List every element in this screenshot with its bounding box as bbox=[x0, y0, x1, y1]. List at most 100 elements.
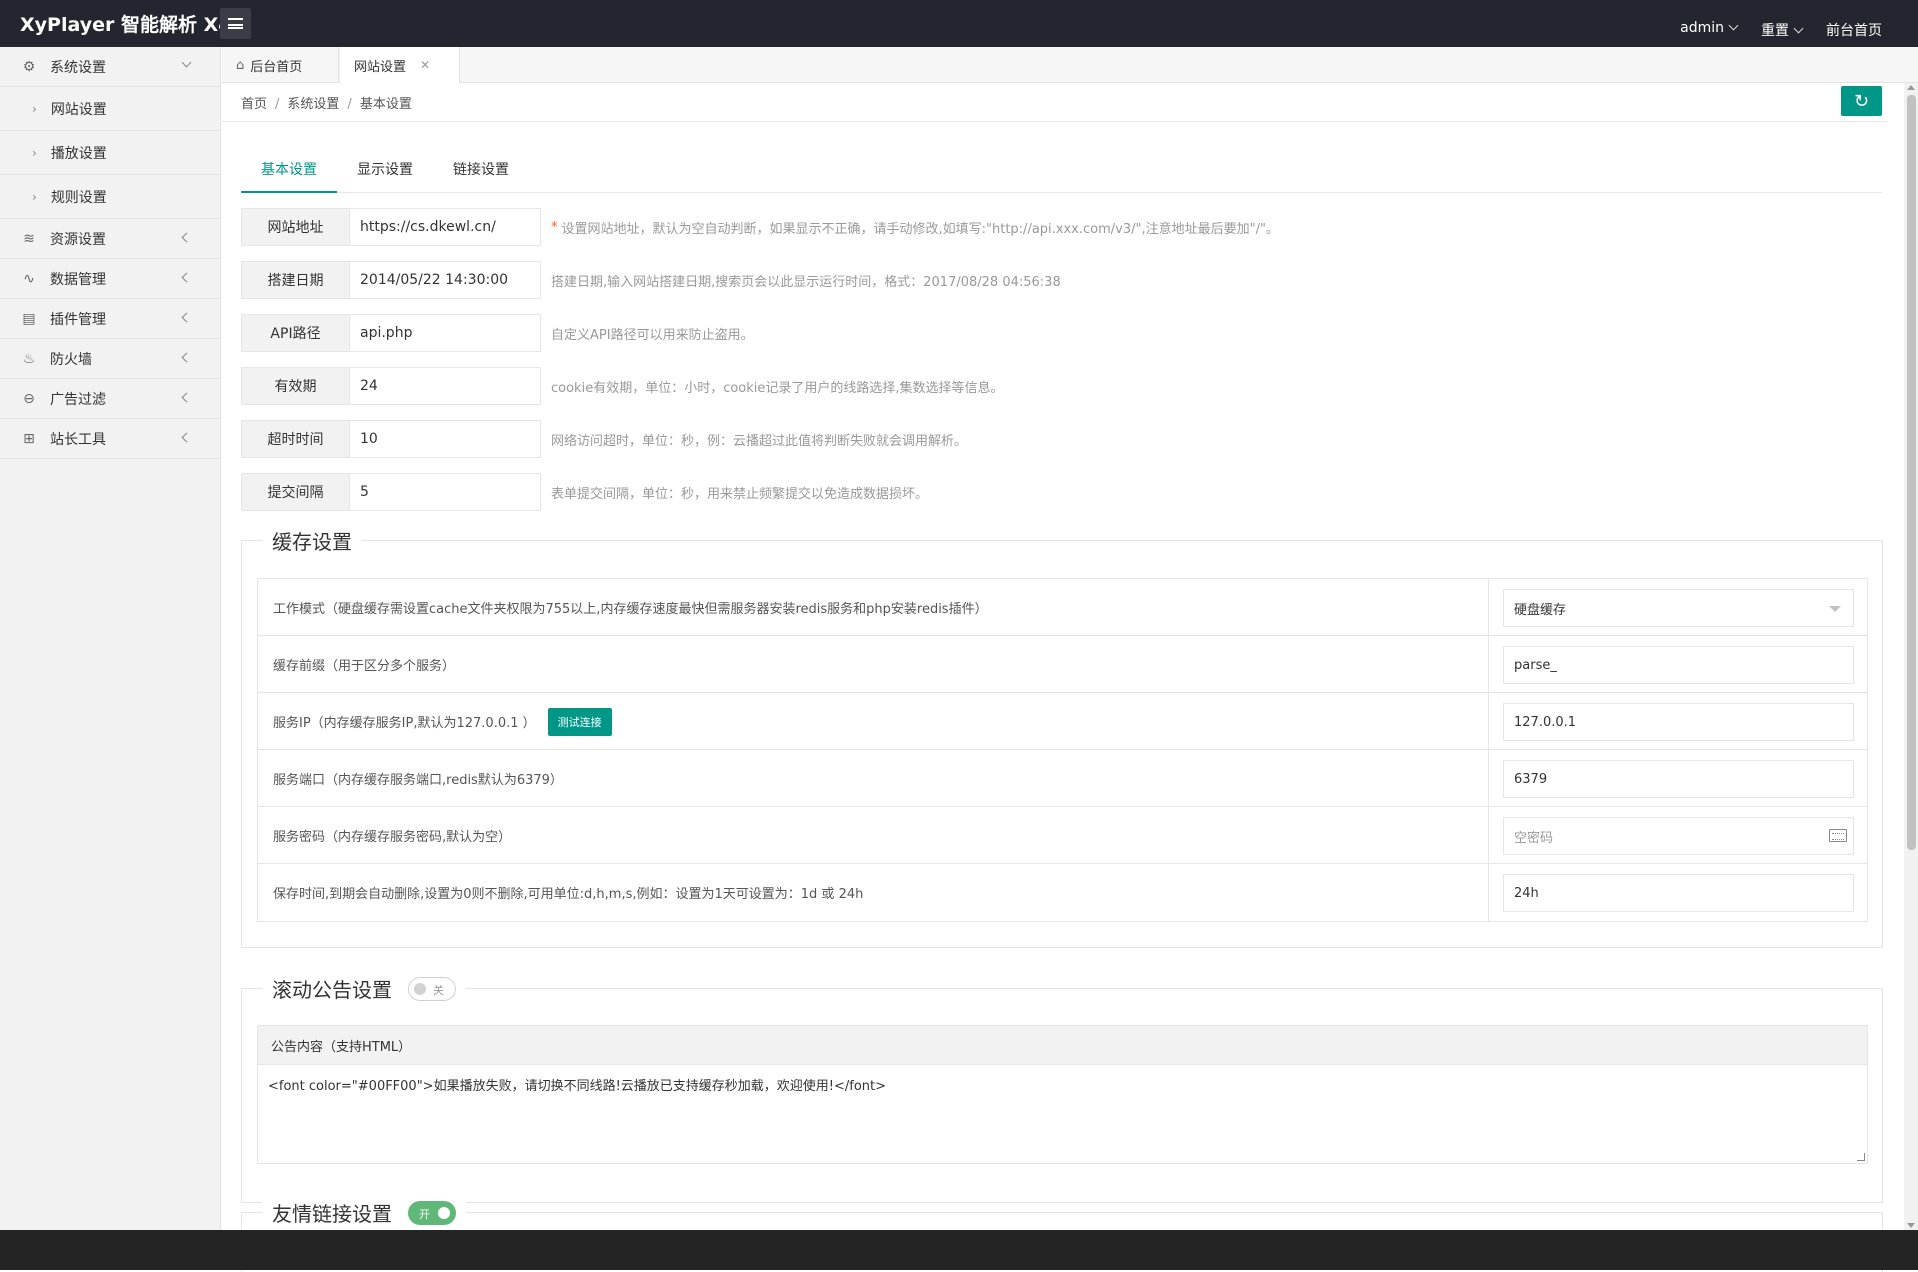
form-tabs: 基本设置 显示设置 链接设置 bbox=[241, 153, 1882, 193]
chevron-left-icon bbox=[181, 312, 192, 323]
announce-toggle[interactable]: 关 bbox=[408, 976, 456, 1001]
home-icon: ⌂ bbox=[236, 57, 245, 73]
announce-legend: 滚动公告设置 关 bbox=[262, 974, 466, 1003]
table-row: 服务端口（内存缓存服务端口,redis默认为6379） 6379 bbox=[258, 750, 1867, 807]
cache-legend: 缓存设置 bbox=[262, 526, 362, 555]
links-legend: 友情链接设置 开 bbox=[262, 1198, 466, 1227]
refresh-button[interactable]: ↻ bbox=[1841, 86, 1882, 116]
service-ip-input[interactable]: 127.0.0.1 bbox=[1503, 703, 1854, 741]
expiry-input[interactable]: 24 bbox=[350, 367, 541, 405]
chevron-down-icon bbox=[1793, 23, 1804, 34]
breadcrumb: 首页 / 系统设置 / 基本设置 bbox=[241, 97, 412, 112]
submit-interval-input[interactable]: 5 bbox=[350, 473, 541, 511]
timeout-input[interactable]: 10 bbox=[350, 420, 541, 458]
field-label: 搭建日期 bbox=[241, 261, 350, 299]
tab-display[interactable]: 显示设置 bbox=[337, 153, 433, 193]
sidebar-subitem-website[interactable]: › 网站设置 bbox=[0, 87, 220, 131]
pulse-icon: ∿ bbox=[23, 270, 35, 287]
scroll-down-icon[interactable] bbox=[1907, 1223, 1915, 1228]
api-path-input[interactable]: api.php bbox=[350, 314, 541, 352]
page-tabs: ⌂ 后台首页 网站设置 ✕ bbox=[222, 47, 1918, 83]
scroll-up-icon[interactable] bbox=[1907, 85, 1915, 90]
field-tip: 表单提交间隔，单位：秒，用来禁止频繁提交以免造成数据损坏。 bbox=[551, 486, 929, 502]
gear-icon: ⚙ bbox=[22, 58, 36, 75]
field-label: 提交间隔 bbox=[241, 473, 350, 511]
sidebar-subitem-rules[interactable]: › 规则设置 bbox=[0, 175, 220, 219]
top-bar: XyPlayer 智能解析 X4 admin 重置 前台首页 bbox=[0, 0, 1918, 47]
service-password-input[interactable]: 空密码 bbox=[1503, 817, 1854, 855]
user-menu[interactable]: admin bbox=[1680, 20, 1739, 40]
build-date-input[interactable]: 2014/05/22 14:30:00 bbox=[350, 261, 541, 299]
minus-circle-icon: ⊖ bbox=[23, 390, 35, 407]
reset-menu[interactable]: 重置 bbox=[1761, 20, 1804, 40]
sidebar-item-system[interactable]: ⚙ 系统设置 bbox=[0, 47, 220, 87]
frontend-link[interactable]: 前台首页 bbox=[1826, 20, 1882, 40]
menu-toggle-button[interactable] bbox=[220, 8, 251, 39]
chevron-right-icon: › bbox=[32, 145, 37, 160]
chevron-left-icon bbox=[181, 232, 192, 243]
field-tip: 搭建日期,输入网站搭建日期,搜索页会以此显示运行时间，格式：2017/08/28… bbox=[551, 274, 1061, 290]
app-logo: XyPlayer 智能解析 X4 bbox=[20, 14, 232, 36]
main-content: 首页 / 系统设置 / 基本设置 ↻ 基本设置 显示设置 链接设置 网站地址 https… bbox=[222, 83, 1888, 1272]
hamburger-icon bbox=[228, 18, 243, 29]
plugin-icon: ▤ bbox=[22, 310, 36, 327]
keyboard-icon[interactable] bbox=[1829, 829, 1847, 842]
site-url-input[interactable]: https://cs.dkewl.cn/ bbox=[350, 208, 541, 246]
chevron-left-icon bbox=[181, 352, 192, 363]
sidebar-item-plugins[interactable]: ▤ 插件管理 bbox=[0, 299, 220, 339]
tab-basic[interactable]: 基本设置 bbox=[241, 153, 337, 193]
field-tip: * 设置网站地址，默认为空自动判断，如果显示不正确，请手动修改,如填写:"http… bbox=[551, 219, 1279, 237]
sidebar-item-firewall[interactable]: ♨ 防火墙 bbox=[0, 339, 220, 379]
announce-textarea[interactable]: <font color="#00FF00">如果播放失败，请切换不同线路!云播放… bbox=[257, 1064, 1868, 1164]
rss-icon: ≋ bbox=[23, 230, 35, 247]
chevron-left-icon bbox=[181, 392, 192, 403]
required-icon: * bbox=[551, 219, 558, 235]
tab-home[interactable]: ⌂ 后台首页 bbox=[222, 47, 339, 83]
resize-handle-icon[interactable] bbox=[1857, 1153, 1865, 1161]
test-connection-button[interactable]: 测试连接 bbox=[547, 707, 612, 736]
sidebar-item-resources[interactable]: ≋ 资源设置 bbox=[0, 219, 220, 259]
fire-icon: ♨ bbox=[22, 350, 36, 367]
chevron-down-icon bbox=[1728, 20, 1739, 31]
scrollbar[interactable] bbox=[1904, 83, 1918, 1230]
sidebar-item-tools[interactable]: ⊞ 站长工具 bbox=[0, 419, 220, 459]
sidebar: ⚙ 系统设置 › 网站设置 › 播放设置 › 规则设置 ≋ 资源设置 ∿ 数据管… bbox=[0, 47, 221, 1230]
tools-icon: ⊞ bbox=[23, 430, 35, 447]
field-tip: cookie有效期，单位：小时，cookie记录了用户的线路选择,集数选择等信息… bbox=[551, 380, 1004, 396]
cache-table: 工作模式（硬盘缓存需设置cache文件夹权限为755以上,内存缓存速度最快但需服… bbox=[257, 578, 1868, 922]
links-toggle[interactable]: 开 bbox=[408, 1200, 456, 1225]
field-label: 网站地址 bbox=[241, 208, 350, 246]
field-label: 超时时间 bbox=[241, 420, 350, 458]
chevron-right-icon: › bbox=[32, 101, 37, 116]
breadcrumb-item[interactable]: 系统设置 bbox=[287, 97, 339, 112]
cache-fieldset: 缓存设置 工作模式（硬盘缓存需设置cache文件夹权限为755以上,内存缓存速度… bbox=[241, 526, 1883, 948]
chevron-left-icon bbox=[181, 432, 192, 443]
sidebar-item-label: 系统设置 bbox=[50, 59, 106, 76]
cache-prefix-input[interactable]: parse_ bbox=[1503, 646, 1854, 684]
dropdown-arrow-icon bbox=[1829, 606, 1841, 612]
sidebar-item-data[interactable]: ∿ 数据管理 bbox=[0, 259, 220, 299]
chevron-up-icon bbox=[181, 57, 192, 68]
sidebar-subitem-play[interactable]: › 播放设置 bbox=[0, 131, 220, 175]
announce-content-label: 公告内容（支持HTML） bbox=[257, 1025, 1868, 1064]
top-nav: admin 重置 前台首页 bbox=[1680, 20, 1882, 40]
tab-links[interactable]: 链接设置 bbox=[433, 153, 529, 193]
save-time-input[interactable]: 24h bbox=[1503, 874, 1854, 912]
table-row: 工作模式（硬盘缓存需设置cache文件夹权限为755以上,内存缓存速度最快但需服… bbox=[258, 579, 1867, 636]
table-row: 服务密码（内存缓存服务密码,默认为空） 空密码 bbox=[258, 807, 1867, 864]
table-row: 服务IP（内存缓存服务IP,默认为127.0.0.1 ）测试连接 127.0.0… bbox=[258, 693, 1867, 750]
sidebar-item-adfilter[interactable]: ⊖ 广告过滤 bbox=[0, 379, 220, 419]
announce-fieldset: 滚动公告设置 关 公告内容（支持HTML） <font color="#00FF… bbox=[241, 974, 1883, 1203]
table-row: 保存时间,到期会自动删除,设置为0则不删除,可用单位:d,h,m,s,例如：设置… bbox=[258, 864, 1867, 921]
breadcrumb-item[interactable]: 首页 bbox=[241, 97, 267, 112]
work-mode-select[interactable]: 硬盘缓存 bbox=[1503, 589, 1854, 627]
service-port-input[interactable]: 6379 bbox=[1503, 760, 1854, 798]
field-label: 有效期 bbox=[241, 367, 350, 405]
scrollbar-thumb[interactable] bbox=[1907, 95, 1916, 850]
field-label: API路径 bbox=[241, 314, 350, 352]
refresh-icon: ↻ bbox=[1853, 90, 1870, 112]
tab-website-settings[interactable]: 网站设置 ✕ bbox=[340, 47, 460, 83]
close-icon[interactable]: ✕ bbox=[420, 58, 430, 72]
table-row: 缓存前缀（用于区分多个服务） parse_ bbox=[258, 636, 1867, 693]
field-tip: 自定义API路径可以用来防止盗用。 bbox=[551, 327, 754, 343]
